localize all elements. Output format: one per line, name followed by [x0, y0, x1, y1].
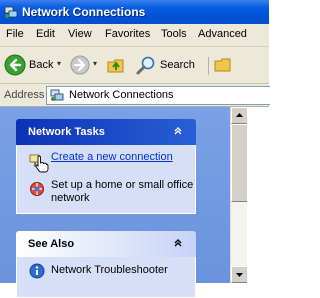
menu-tools[interactable]: Tools [161, 28, 187, 40]
task-pane: Network Tasks Create a new connection Se… [0, 107, 230, 298]
search-label: Search [160, 59, 195, 71]
home-network-icon [30, 182, 44, 196]
address-bar: Address Network Connections [0, 84, 270, 107]
network-tasks-title: Network Tasks [28, 126, 105, 138]
title-bar[interactable]: Network Connections [0, 0, 269, 24]
scroll-up-button[interactable] [231, 107, 248, 124]
toolbar: Back ▾ ▾ Search [0, 47, 269, 84]
menu-bar: File Edit View Favorites Tools Advanced [0, 24, 269, 47]
network-connections-icon [4, 6, 18, 18]
search-button[interactable]: Search [136, 53, 206, 77]
see-also-body: Network Troubleshooter [16, 257, 196, 298]
see-also-header[interactable]: See Also [16, 231, 196, 257]
menu-edit[interactable]: Edit [36, 28, 55, 40]
window-title: Network Connections [22, 5, 146, 19]
network-tasks-panel: Network Tasks Create a new connection Se… [16, 119, 196, 214]
search-icon [136, 56, 155, 75]
address-value: Network Connections [69, 89, 174, 101]
network-troubleshooter-link[interactable]: Network Troubleshooter [51, 264, 168, 277]
arrow-up-icon [236, 113, 243, 117]
info-icon [29, 263, 45, 279]
menu-advanced[interactable]: Advanced [198, 28, 247, 40]
create-new-connection-link[interactable]: Create a new connection [51, 151, 173, 164]
toolbar-separator [208, 57, 209, 75]
see-also-title: See Also [28, 238, 75, 250]
menu-file[interactable]: File [6, 28, 24, 40]
hand-cursor-icon [35, 155, 49, 173]
address-field[interactable]: Network Connections [46, 86, 270, 105]
network-connections-icon [50, 89, 64, 101]
scroll-thumb[interactable] [231, 124, 248, 202]
back-button[interactable]: Back ▾ [2, 53, 62, 77]
menu-view[interactable]: View [68, 28, 92, 40]
folders-icon[interactable] [214, 55, 234, 75]
chevron-up-icon[interactable] [172, 125, 184, 137]
connections-list-area[interactable] [247, 107, 269, 283]
chevron-up-icon[interactable] [172, 237, 184, 249]
arrow-down-icon [236, 273, 243, 277]
forward-dropdown-icon[interactable]: ▾ [93, 59, 97, 68]
home-network-link[interactable]: Set up a home or small office network [51, 179, 195, 205]
vertical-scrollbar[interactable] [230, 107, 248, 283]
see-also-panel: See Also Network Troubleshooter [16, 231, 196, 298]
network-tasks-body: Create a new connection Set up a home or… [16, 145, 196, 214]
back-label: Back [29, 59, 54, 71]
menu-favorites[interactable]: Favorites [105, 28, 150, 40]
address-label: Address [4, 89, 45, 101]
back-arrow-icon [4, 54, 26, 76]
back-dropdown-icon[interactable]: ▾ [57, 59, 61, 68]
scroll-down-button[interactable] [231, 266, 248, 283]
network-tasks-header[interactable]: Network Tasks [16, 119, 196, 145]
up-folder-icon[interactable] [106, 55, 126, 75]
forward-arrow-icon[interactable] [70, 55, 90, 75]
